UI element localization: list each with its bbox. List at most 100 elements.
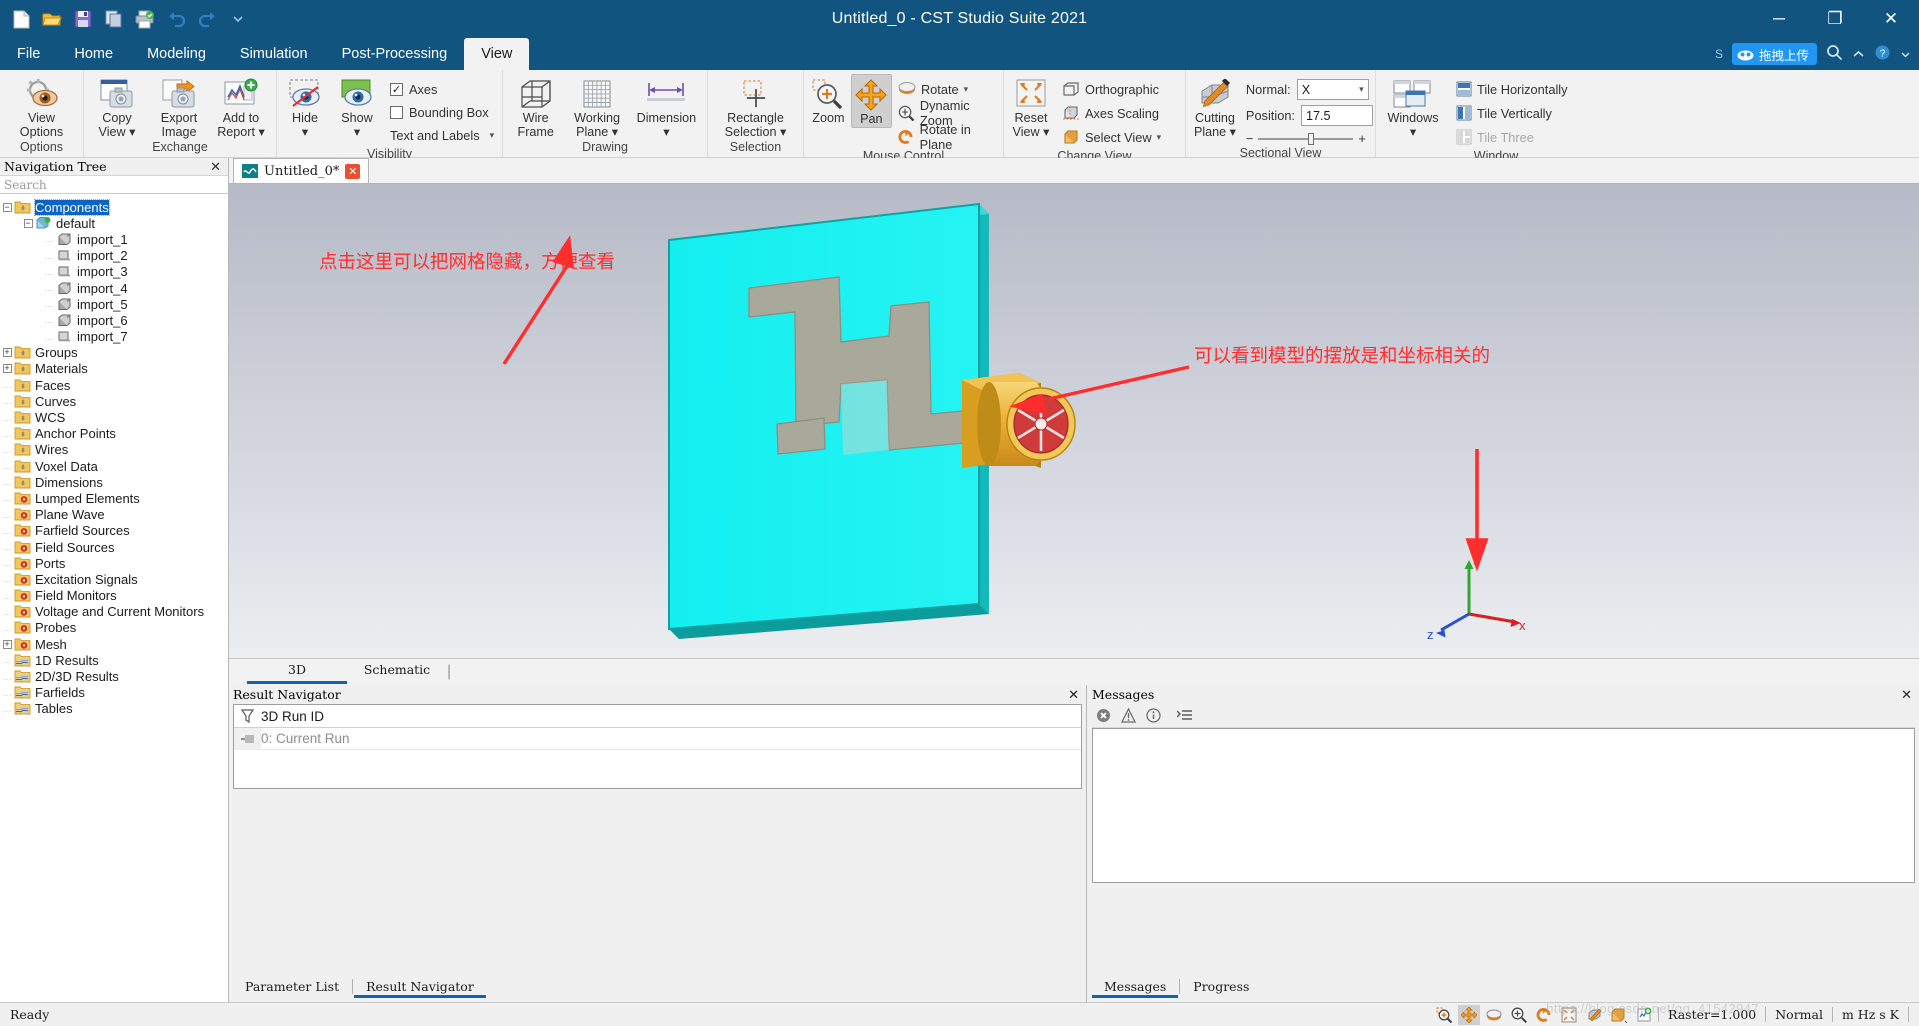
save-icon[interactable] <box>70 6 96 32</box>
tree-item-groups[interactable]: + Groups <box>0 345 228 361</box>
tree-item-probes[interactable]: … Probes <box>0 620 228 636</box>
tab-result-navigator[interactable]: Result Navigator <box>354 977 486 998</box>
dimension-button[interactable]: Dimension ▾ <box>628 74 705 139</box>
position-input[interactable]: 17.5 <box>1301 105 1373 126</box>
chevron-up-icon[interactable] <box>1852 46 1865 63</box>
rotate-in-plane-menu-item[interactable]: Rotate in Plane <box>898 122 1001 152</box>
close-icon[interactable]: ✕ <box>345 163 361 179</box>
view-tab-schematic[interactable]: Schematic <box>347 659 447 684</box>
tree-item-import-5[interactable]: … import_5 <box>0 296 228 312</box>
tree-item-mesh[interactable]: + Mesh <box>0 636 228 652</box>
minimize-button[interactable]: ─ <box>1751 0 1807 38</box>
maximize-button[interactable]: ❐ <box>1807 0 1863 38</box>
close-button[interactable]: ✕ <box>1863 0 1919 38</box>
tab-view[interactable]: View <box>464 38 530 70</box>
tab-home[interactable]: Home <box>57 38 130 70</box>
tree-item-wires[interactable]: … Wires <box>0 442 228 458</box>
tree-item-dimensions[interactable]: … Dimensions <box>0 474 228 490</box>
tree-item-faces[interactable]: … Faces <box>0 377 228 393</box>
tree-expander[interactable]: − <box>0 202 14 212</box>
reset-view-status-icon[interactable] <box>1558 1005 1580 1025</box>
tree-item-import-2[interactable]: … import_2 <box>0 248 228 264</box>
tree-item-2d-3d-results[interactable]: … 2D/3D Results <box>0 668 228 684</box>
customize-qat-icon[interactable] <box>225 6 251 32</box>
table-row[interactable]: 0: Current Run <box>234 727 1081 750</box>
zoom-button[interactable]: Zoom <box>806 74 851 126</box>
slider-minus-label[interactable]: − <box>1246 131 1253 146</box>
axes-checkbox[interactable]: ✓ Axes <box>390 78 494 101</box>
close-icon[interactable]: ✕ <box>1901 687 1912 703</box>
add-to-report-button[interactable]: Add to Report ▾ <box>210 74 272 139</box>
tree-expander[interactable]: − <box>21 218 35 228</box>
cloud-upload-chip[interactable]: 拖拽上传 <box>1731 43 1817 65</box>
zoom-status-icon[interactable] <box>1433 1005 1455 1025</box>
close-icon[interactable]: ✕ <box>210 159 228 175</box>
bounding-box-status-icon[interactable] <box>1608 1005 1630 1025</box>
navigation-search-input[interactable]: Search <box>0 176 228 194</box>
3d-viewport[interactable]: y x z 点击这里可以把网格隐藏，方便查看 <box>229 184 1919 658</box>
copy-view-button[interactable]: Copy View ▾ <box>86 74 148 139</box>
tree-item-field-sources[interactable]: … Field Sources <box>0 539 228 555</box>
tab-file[interactable]: File <box>0 38 57 70</box>
tree-item-curves[interactable]: … Curves <box>0 393 228 409</box>
tree-expander[interactable]: + <box>0 348 14 358</box>
tile-vertically-menu-item[interactable]: Tile Vertically <box>1456 101 1568 125</box>
tree-item-anchor-points[interactable]: … Anchor Points <box>0 426 228 442</box>
close-icon[interactable]: ✕ <box>1068 687 1079 703</box>
info-filter-icon[interactable] <box>1142 705 1165 726</box>
rectangle-selection-button[interactable]: Rectangle Selection ▾ <box>710 74 801 139</box>
tab-messages[interactable]: Messages <box>1092 977 1179 998</box>
reset-view-button[interactable]: Reset View ▾ <box>1006 74 1056 139</box>
cutting-plane-slider[interactable]: − + <box>1246 131 1366 146</box>
tree-item-import-3[interactable]: … import_3 <box>0 264 228 280</box>
open-folder-icon[interactable] <box>39 6 65 32</box>
messages-list[interactable] <box>1092 728 1915 883</box>
tree-item-materials[interactable]: + Materials <box>0 361 228 377</box>
report-status-icon[interactable] <box>1633 1005 1655 1025</box>
tab-post-processing[interactable]: Post-Processing <box>325 38 465 70</box>
rotate-in-plane-status-icon[interactable] <box>1533 1005 1555 1025</box>
wire-frame-button[interactable]: Wire Frame <box>505 74 566 139</box>
tree-item-farfields[interactable]: … Farfields <box>0 685 228 701</box>
undo-icon[interactable] <box>163 6 189 32</box>
copy-icon[interactable] <box>101 6 127 32</box>
tree-item-ports[interactable]: … Ports <box>0 555 228 571</box>
tree-item-tables[interactable]: … Tables <box>0 701 228 717</box>
hide-button[interactable]: Hide ▾ <box>279 74 331 139</box>
tile-three-menu-item[interactable]: Tile Three <box>1456 125 1568 149</box>
tree-item-farfield-sources[interactable]: … Farfield Sources <box>0 523 228 539</box>
pan-button[interactable]: Pan <box>850 74 892 128</box>
tree-expander[interactable]: + <box>0 364 14 374</box>
cutting-plane-button[interactable]: Cutting Plane ▾ <box>1188 74 1242 139</box>
rotate-status-icon[interactable] <box>1483 1005 1505 1025</box>
tree-item-components[interactable]: − Components <box>0 198 228 216</box>
tree-item-import-4[interactable]: … import_4 <box>0 280 228 296</box>
cutting-plane-status-icon[interactable] <box>1583 1005 1605 1025</box>
tree-item-1d-results[interactable]: … 1D Results <box>0 652 228 668</box>
pan-status-icon[interactable] <box>1458 1004 1480 1025</box>
tab-simulation[interactable]: Simulation <box>223 38 325 70</box>
slider-thumb[interactable] <box>1307 132 1314 145</box>
dynamic-zoom-status-icon[interactable] <box>1508 1005 1530 1025</box>
tab-progress[interactable]: Progress <box>1181 977 1261 998</box>
show-button[interactable]: Show ▾ <box>331 74 383 139</box>
tree-item-default[interactable]: − default <box>0 215 228 231</box>
view-tab-3d[interactable]: 3D <box>247 659 347 684</box>
help-icon[interactable]: ? <box>1874 44 1891 65</box>
tree-item-import-1[interactable]: … import_1 <box>0 231 228 247</box>
redo-icon[interactable] <box>194 6 220 32</box>
tree-item-wcs[interactable]: … WCS <box>0 409 228 425</box>
print-icon[interactable] <box>132 6 158 32</box>
normal-select[interactable]: X ▾ <box>1296 79 1369 100</box>
working-plane-button[interactable]: Working Plane ▾ <box>566 74 627 139</box>
slider-plus-label[interactable]: + <box>1358 131 1365 146</box>
error-filter-icon[interactable] <box>1092 705 1115 726</box>
clear-messages-icon[interactable] <box>1173 705 1196 726</box>
axes-scaling-menu-item[interactable]: Axes Scaling <box>1062 101 1161 125</box>
orthographic-menu-item[interactable]: Orthographic <box>1062 77 1161 101</box>
tab-modeling[interactable]: Modeling <box>130 38 223 70</box>
warning-filter-icon[interactable] <box>1117 705 1140 726</box>
tree-item-field-monitors[interactable]: … Field Monitors <box>0 588 228 604</box>
tree-item-import-6[interactable]: … import_6 <box>0 312 228 328</box>
search-icon[interactable] <box>1826 44 1843 65</box>
